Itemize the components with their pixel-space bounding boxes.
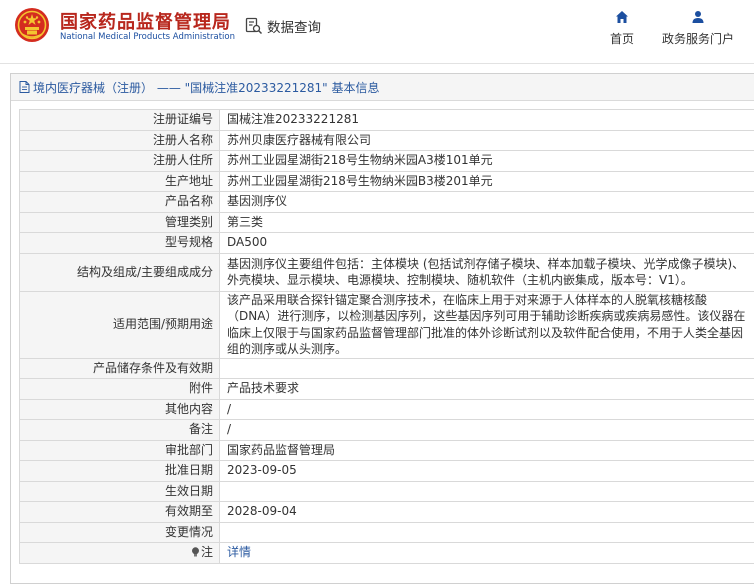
field-value: 国家药品监督管理局 bbox=[219, 439, 754, 461]
nav-service-label: 政务服务门户 bbox=[661, 32, 734, 46]
search-document-icon bbox=[245, 17, 263, 35]
table-row: 注册人名称 苏州贝康医疗器械有限公司 bbox=[19, 129, 754, 151]
field-value: 详情 bbox=[219, 542, 754, 564]
data-query-label: 数据查询 bbox=[267, 20, 321, 36]
national-emblem-icon bbox=[15, 8, 49, 42]
field-label: 型号规格 bbox=[19, 232, 220, 254]
field-label: 备注 bbox=[19, 419, 220, 441]
field-value: 苏州贝康医疗器械有限公司 bbox=[219, 129, 754, 151]
field-label: 生产地址 bbox=[19, 170, 220, 192]
user-icon bbox=[692, 11, 704, 23]
field-value: 苏州工业园星湖街218号生物纳米园B3楼201单元 bbox=[219, 170, 754, 192]
table-row: 变更情况 bbox=[19, 521, 754, 543]
table-row: 其他内容 / bbox=[19, 398, 754, 420]
field-value: 第三类 bbox=[219, 211, 754, 233]
nav-service-portal[interactable]: 政务服务门户 bbox=[660, 10, 736, 47]
field-value-text: 基因测序仪主要组件包括：主体模块 (包括试剂存储子模块、样本加载子模块、光学成像… bbox=[227, 256, 745, 288]
field-label: 批准日期 bbox=[19, 460, 220, 482]
table-row: 产品名称 基因测序仪 bbox=[19, 191, 754, 213]
field-label: 变更情况 bbox=[19, 521, 220, 543]
field-label: 管理类别 bbox=[19, 211, 220, 233]
org-name-cn: 国家药品监督管理局 bbox=[60, 12, 231, 33]
field-value: 苏州工业园星湖街218号生物纳米园A3楼101单元 bbox=[219, 150, 754, 172]
field-label: 其他内容 bbox=[19, 398, 220, 420]
field-label: 注册人住所 bbox=[19, 150, 220, 172]
field-value: 国械注准20233221281 bbox=[219, 109, 754, 131]
field-value: 基因测序仪 bbox=[219, 191, 754, 213]
table-row: 批准日期 2023-09-05 bbox=[19, 460, 754, 482]
registration-info-table: 注册证编号 国械注准20233221281 注册人名称 苏州贝康医疗器械有限公司… bbox=[19, 109, 754, 564]
header-divider bbox=[0, 63, 754, 64]
field-value bbox=[219, 521, 754, 543]
field-value: 该产品采用联合探针锚定聚合测序技术，在临床上用于对来源于人体样本的人脱氧核糖核酸… bbox=[219, 290, 754, 359]
table-row: 注册人住所 苏州工业园星湖街218号生物纳米园A3楼101单元 bbox=[19, 150, 754, 172]
site-header: 国家药品监督管理局 National Medical Products Admi… bbox=[0, 0, 754, 64]
note-label: 注 bbox=[200, 545, 213, 560]
field-label: 有效期至 bbox=[19, 501, 220, 523]
field-label: 结构及组成/主要组成成分 bbox=[19, 252, 220, 292]
panel-title: 境内医疗器械（注册） —— "国械注准20233221281" 基本信息 bbox=[11, 74, 754, 101]
lightbulb-icon bbox=[191, 547, 199, 557]
table-row: 注册证编号 国械注准20233221281 bbox=[19, 109, 754, 131]
table-row: 生效日期 bbox=[19, 480, 754, 502]
table-row: 型号规格 DA500 bbox=[19, 232, 754, 254]
table-row: 附件 产品技术要求 bbox=[19, 378, 754, 400]
table-row: 管理类别 第三类 bbox=[19, 211, 754, 233]
table-row: 结构及组成/主要组成成分 基因测序仪主要组件包括：主体模块 (包括试剂存储子模块… bbox=[19, 252, 754, 292]
field-value: 2028-09-04 bbox=[219, 501, 754, 523]
field-value: 产品技术要求 bbox=[219, 378, 754, 400]
field-value bbox=[219, 480, 754, 502]
table-row: 注 详情 bbox=[19, 542, 754, 564]
field-label-note: 注 bbox=[19, 542, 220, 564]
field-value: / bbox=[219, 398, 754, 420]
field-label: 审批部门 bbox=[19, 439, 220, 461]
field-value: / bbox=[219, 419, 754, 441]
field-label: 生效日期 bbox=[19, 480, 220, 502]
details-link[interactable]: 详情 bbox=[227, 545, 251, 559]
home-icon bbox=[616, 11, 628, 23]
table-row: 有效期至 2028-09-04 bbox=[19, 501, 754, 523]
nav-home[interactable]: 首页 bbox=[608, 10, 636, 47]
nav-home-label: 首页 bbox=[609, 32, 634, 46]
field-label: 注册人名称 bbox=[19, 129, 220, 151]
field-value-text: 该产品采用联合探针锚定聚合测序技术，在临床上用于对来源于人体样本的人脱氧核糖核酸… bbox=[227, 292, 746, 357]
field-value: 基因测序仪主要组件包括：主体模块 (包括试剂存储子模块、样本加载子模块、光学成像… bbox=[219, 252, 754, 292]
org-name-en: National Medical Products Administration bbox=[60, 32, 235, 42]
field-label: 产品名称 bbox=[19, 191, 220, 213]
table-row: 审批部门 国家药品监督管理局 bbox=[19, 439, 754, 461]
panel-title-text: 境内医疗器械（注册） —— "国械注准20233221281" 基本信息 bbox=[33, 80, 380, 95]
field-value: 2023-09-05 bbox=[219, 460, 754, 482]
field-label: 产品储存条件及有效期 bbox=[19, 357, 220, 379]
table-row: 适用范围/预期用途 该产品采用联合探针锚定聚合测序技术，在临床上用于对来源于人体… bbox=[19, 290, 754, 359]
field-label: 附件 bbox=[19, 378, 220, 400]
field-value: DA500 bbox=[219, 232, 754, 254]
table-row: 备注 / bbox=[19, 419, 754, 441]
field-label: 注册证编号 bbox=[19, 109, 220, 131]
data-query-link[interactable]: 数据查询 bbox=[245, 16, 321, 36]
table-row: 产品储存条件及有效期 bbox=[19, 357, 754, 379]
document-icon bbox=[19, 81, 30, 93]
field-value bbox=[219, 357, 754, 379]
table-row: 生产地址 苏州工业园星湖街218号生物纳米园B3楼201单元 bbox=[19, 170, 754, 192]
field-label: 适用范围/预期用途 bbox=[19, 290, 220, 359]
info-panel: 境内医疗器械（注册） —— "国械注准20233221281" 基本信息 注册证… bbox=[10, 73, 754, 584]
